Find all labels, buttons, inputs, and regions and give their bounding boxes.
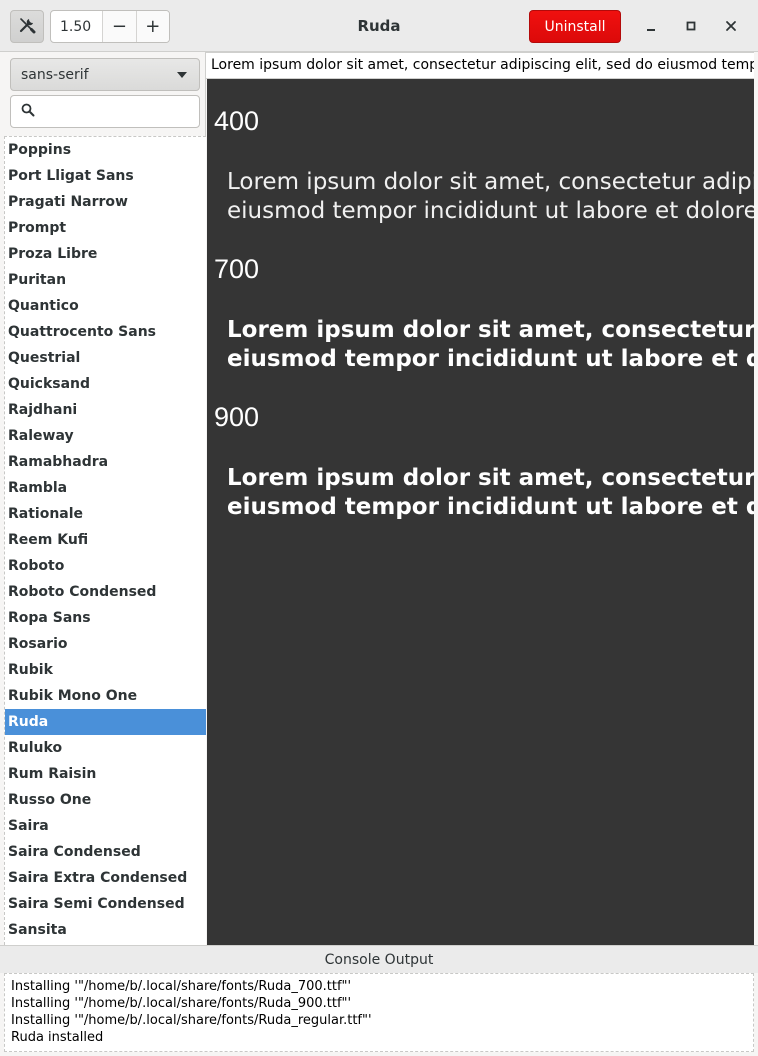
- sample-400-line2: eiusmod tempor incididunt ut labore et d…: [227, 198, 754, 224]
- chevron-down-icon: [177, 72, 187, 78]
- weight-label-700: 700: [214, 254, 260, 284]
- minimize-button[interactable]: [638, 13, 664, 39]
- search-input[interactable]: [41, 103, 191, 120]
- app-window: 1.50 − + Ruda Uninstall sans-serif Poppi…: [0, 0, 758, 1056]
- sample-900-line2: eiusmod tempor incididunt ut labore et d…: [227, 494, 754, 520]
- font-list-item[interactable]: Questrial: [5, 345, 206, 371]
- font-list-item[interactable]: Prompt: [5, 215, 206, 241]
- sample-700-line1: Lorem ipsum dolor sit amet, consectetur …: [227, 317, 754, 343]
- font-list-item[interactable]: Raleway: [5, 423, 206, 449]
- scale-decrement-button[interactable]: −: [102, 11, 136, 42]
- font-list-item[interactable]: Port Lligat Sans: [5, 163, 206, 189]
- sample-700-line2: eiusmod tempor incididunt ut labore et d…: [227, 346, 754, 372]
- tools-menu-button[interactable]: [10, 10, 44, 43]
- font-list-item[interactable]: Quattrocento Sans: [5, 319, 206, 345]
- minimize-icon: [645, 17, 657, 36]
- font-list-item[interactable]: Ramabhadra: [5, 449, 206, 475]
- tools-icon: [18, 16, 36, 38]
- font-list-item[interactable]: Ropa Sans: [5, 605, 206, 631]
- font-list-item[interactable]: Rationale: [5, 501, 206, 527]
- maximize-icon: [685, 17, 697, 36]
- font-list-item[interactable]: Roboto: [5, 553, 206, 579]
- scale-value-field[interactable]: 1.50: [51, 11, 102, 42]
- font-list-item[interactable]: Rajdhani: [5, 397, 206, 423]
- font-category-dropdown[interactable]: sans-serif: [10, 58, 200, 91]
- font-list-item[interactable]: Saira Extra Condensed: [5, 865, 206, 891]
- font-list-item[interactable]: Rum Raisin: [5, 761, 206, 787]
- font-list-item[interactable]: Sansita: [5, 917, 206, 943]
- weight-label-900: 900: [214, 402, 260, 432]
- console-line: Installing '"/home/b/.local/share/fonts/…: [11, 1013, 372, 1028]
- maximize-button[interactable]: [678, 13, 704, 39]
- font-list-item[interactable]: Ruluko: [5, 735, 206, 761]
- font-list: Poppins Port Lligat Sans Pragati Narrow Pro…: [4, 136, 206, 945]
- font-preview-area: 400 Lorem ipsum dolor sit amet, consecte…: [207, 79, 754, 945]
- header-bar: 1.50 − + Ruda Uninstall: [0, 0, 758, 52]
- font-list-item[interactable]: Saira: [5, 813, 206, 839]
- font-list-item[interactable]: Rubik: [5, 657, 206, 683]
- plus-icon: +: [145, 16, 161, 37]
- console-line: Installing '"/home/b/.local/share/fonts/…: [11, 979, 352, 994]
- font-list-item[interactable]: Poppins: [5, 137, 206, 163]
- font-list-item[interactable]: Quicksand: [5, 371, 206, 397]
- font-list-item[interactable]: Rubik Mono One: [5, 683, 206, 709]
- scale-increment-button[interactable]: +: [135, 11, 169, 42]
- preview-text-input[interactable]: Lorem ipsum dolor sit amet, consectetur …: [206, 52, 754, 79]
- font-list-item[interactable]: Russo One: [5, 787, 206, 813]
- uninstall-button[interactable]: Uninstall: [529, 10, 621, 43]
- console-line: Ruda installed: [11, 1030, 104, 1045]
- font-list-item[interactable]: Puritan: [5, 267, 206, 293]
- close-icon: [725, 17, 737, 36]
- sidebar: sans-serif Poppins Port Lligat Sans Pragat…: [0, 52, 206, 945]
- scale-spinbox: 1.50 − +: [50, 10, 170, 43]
- console-line: Installing '"/home/b/.local/share/fonts/…: [11, 996, 352, 1011]
- close-button[interactable]: [718, 13, 744, 39]
- search-icon: [21, 102, 35, 121]
- sample-900-line1: Lorem ipsum dolor sit amet, consectetur …: [227, 465, 754, 491]
- font-list-item[interactable]: Ruda: [5, 709, 206, 735]
- font-list-item[interactable]: Proza Libre: [5, 241, 206, 267]
- font-list-item[interactable]: Saira Semi Condensed: [5, 891, 206, 917]
- sample-400-line1: Lorem ipsum dolor sit amet, consectetur …: [227, 169, 754, 195]
- font-list-item[interactable]: Reem Kufi: [5, 527, 206, 553]
- font-search-field[interactable]: [10, 95, 200, 128]
- console-header: Console Output: [0, 945, 758, 973]
- minus-icon: −: [111, 16, 127, 37]
- font-list-item[interactable]: Pragati Narrow: [5, 189, 206, 215]
- font-list-item[interactable]: Rosario: [5, 631, 206, 657]
- font-category-value: sans-serif: [21, 66, 89, 83]
- font-list-item[interactable]: Saira Condensed: [5, 839, 206, 865]
- font-list-item[interactable]: Quantico: [5, 293, 206, 319]
- font-list-item[interactable]: Roboto Condensed: [5, 579, 206, 605]
- console-output: Installing '"/home/b/.local/share/fonts/…: [4, 973, 754, 1052]
- weight-label-400: 400: [214, 106, 260, 136]
- font-list-item[interactable]: Rambla: [5, 475, 206, 501]
